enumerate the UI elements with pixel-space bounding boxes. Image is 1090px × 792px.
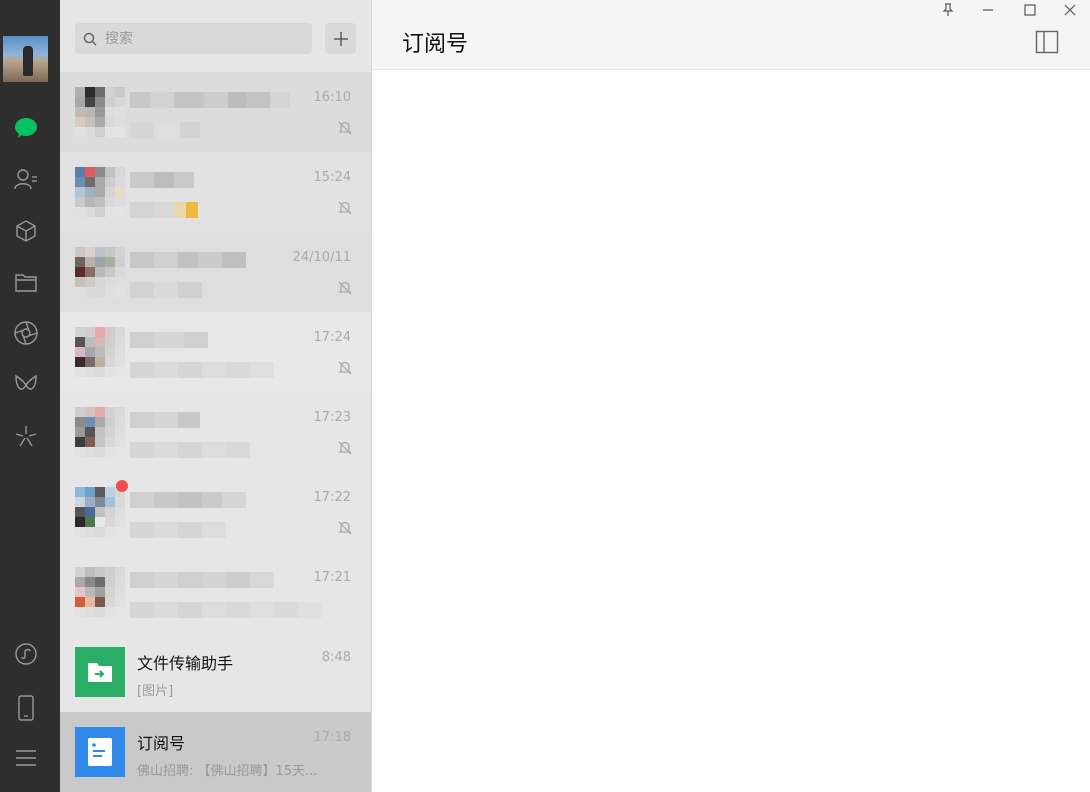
- subscriptions-avatar: [75, 727, 125, 777]
- favorites-icon[interactable]: [12, 217, 40, 245]
- chat-message: [130, 362, 274, 378]
- chat-message: [130, 122, 200, 138]
- close-icon: [1064, 4, 1076, 16]
- chat-time: 16:10: [313, 90, 351, 105]
- chat-item[interactable]: 17:22: [60, 472, 371, 552]
- mini-programs-icon[interactable]: [12, 640, 40, 668]
- chat-avatar: [75, 87, 125, 137]
- chat-time: 24/10/11: [292, 250, 351, 265]
- chat-name: [130, 572, 274, 588]
- chat-list: 16:10 15:24 24/10/11 17:24 17:23 17:22 1…: [60, 72, 371, 792]
- chat-item[interactable]: 16:10: [60, 72, 371, 152]
- chat-message: [130, 202, 198, 218]
- chat-message: [130, 282, 202, 298]
- mute-icon: [337, 360, 353, 376]
- chat-item[interactable]: 17:21: [60, 552, 371, 632]
- panel-icon: [1035, 30, 1059, 54]
- document-icon: [88, 738, 112, 766]
- chat-name: 订阅号: [137, 734, 186, 752]
- pin-button[interactable]: [928, 0, 968, 20]
- menu-icon[interactable]: [12, 744, 40, 772]
- chat-message: [130, 442, 250, 458]
- folder-arrow-icon: [88, 663, 112, 682]
- discover-icon[interactable]: [12, 422, 40, 450]
- chat-name: 文件传输助手: [137, 654, 234, 672]
- chat-name: [130, 252, 246, 268]
- chat-time: 15:24: [313, 170, 351, 185]
- contacts-icon[interactable]: [12, 165, 40, 193]
- sidebar-toggle-button[interactable]: [1035, 30, 1059, 54]
- pin-icon: [942, 3, 954, 16]
- chat-message: [130, 522, 226, 538]
- files-icon[interactable]: [12, 268, 40, 296]
- chat-name: [130, 172, 194, 188]
- unread-badge: [116, 480, 128, 492]
- page-title: 订阅号: [402, 32, 469, 57]
- mute-icon: [337, 440, 353, 456]
- phone-icon[interactable]: [12, 694, 40, 722]
- sidebar-rail: [0, 0, 60, 792]
- maximize-button[interactable]: [1010, 0, 1050, 20]
- channels-icon[interactable]: [12, 371, 40, 399]
- chat-icon[interactable]: [12, 114, 40, 142]
- mute-icon: [337, 280, 353, 296]
- chat-list-panel: 16:10 15:24: [60, 0, 372, 792]
- chat-item-subscriptions[interactable]: 订阅号 佛山招聘: 【佛山招聘】15天... 17:18: [60, 712, 371, 792]
- user-avatar[interactable]: [3, 36, 48, 82]
- chat-time: 17:18: [313, 730, 351, 745]
- mute-icon: [337, 120, 353, 136]
- chat-avatar: [75, 567, 125, 617]
- chat-avatar: [75, 327, 125, 377]
- chat-name: [130, 332, 208, 348]
- chat-time: 17:22: [313, 490, 351, 505]
- chat-avatar: [75, 407, 125, 457]
- mute-icon: [337, 520, 353, 536]
- chat-item[interactable]: 17:23: [60, 392, 371, 472]
- minimize-button[interactable]: [968, 0, 1008, 20]
- chat-avatar: [75, 247, 125, 297]
- add-button[interactable]: [325, 23, 356, 54]
- chat-avatar: [75, 487, 125, 537]
- moments-icon[interactable]: [12, 319, 40, 347]
- chat-item[interactable]: 17:24: [60, 312, 371, 392]
- chat-name: [130, 92, 290, 108]
- plus-icon: [333, 31, 348, 46]
- chat-message: [图片]: [137, 684, 174, 699]
- maximize-icon: [1024, 4, 1036, 16]
- chat-name: [130, 412, 200, 428]
- chat-time: 8:48: [321, 650, 351, 665]
- chat-item-file-transfer[interactable]: 文件传输助手 [图片] 8:48: [60, 632, 371, 712]
- chat-message: 佛山招聘: 【佛山招聘】15天...: [137, 764, 318, 779]
- chat-time: 17:24: [313, 330, 351, 345]
- chat-message: [130, 602, 322, 618]
- chat-item[interactable]: 15:24: [60, 152, 371, 232]
- chat-time: 17:23: [313, 410, 351, 425]
- file-transfer-avatar: [75, 647, 125, 697]
- close-button[interactable]: [1050, 0, 1090, 20]
- chat-item[interactable]: 24/10/11: [60, 232, 371, 312]
- chat-avatar: [75, 167, 125, 217]
- chat-name: [130, 492, 246, 508]
- search-icon: [83, 31, 99, 47]
- chat-time: 17:21: [313, 570, 351, 585]
- mute-icon: [337, 200, 353, 216]
- main-panel: 订阅号: [372, 0, 1090, 792]
- search-box[interactable]: [75, 23, 312, 54]
- search-input[interactable]: [105, 30, 295, 47]
- minimize-icon: [983, 9, 993, 11]
